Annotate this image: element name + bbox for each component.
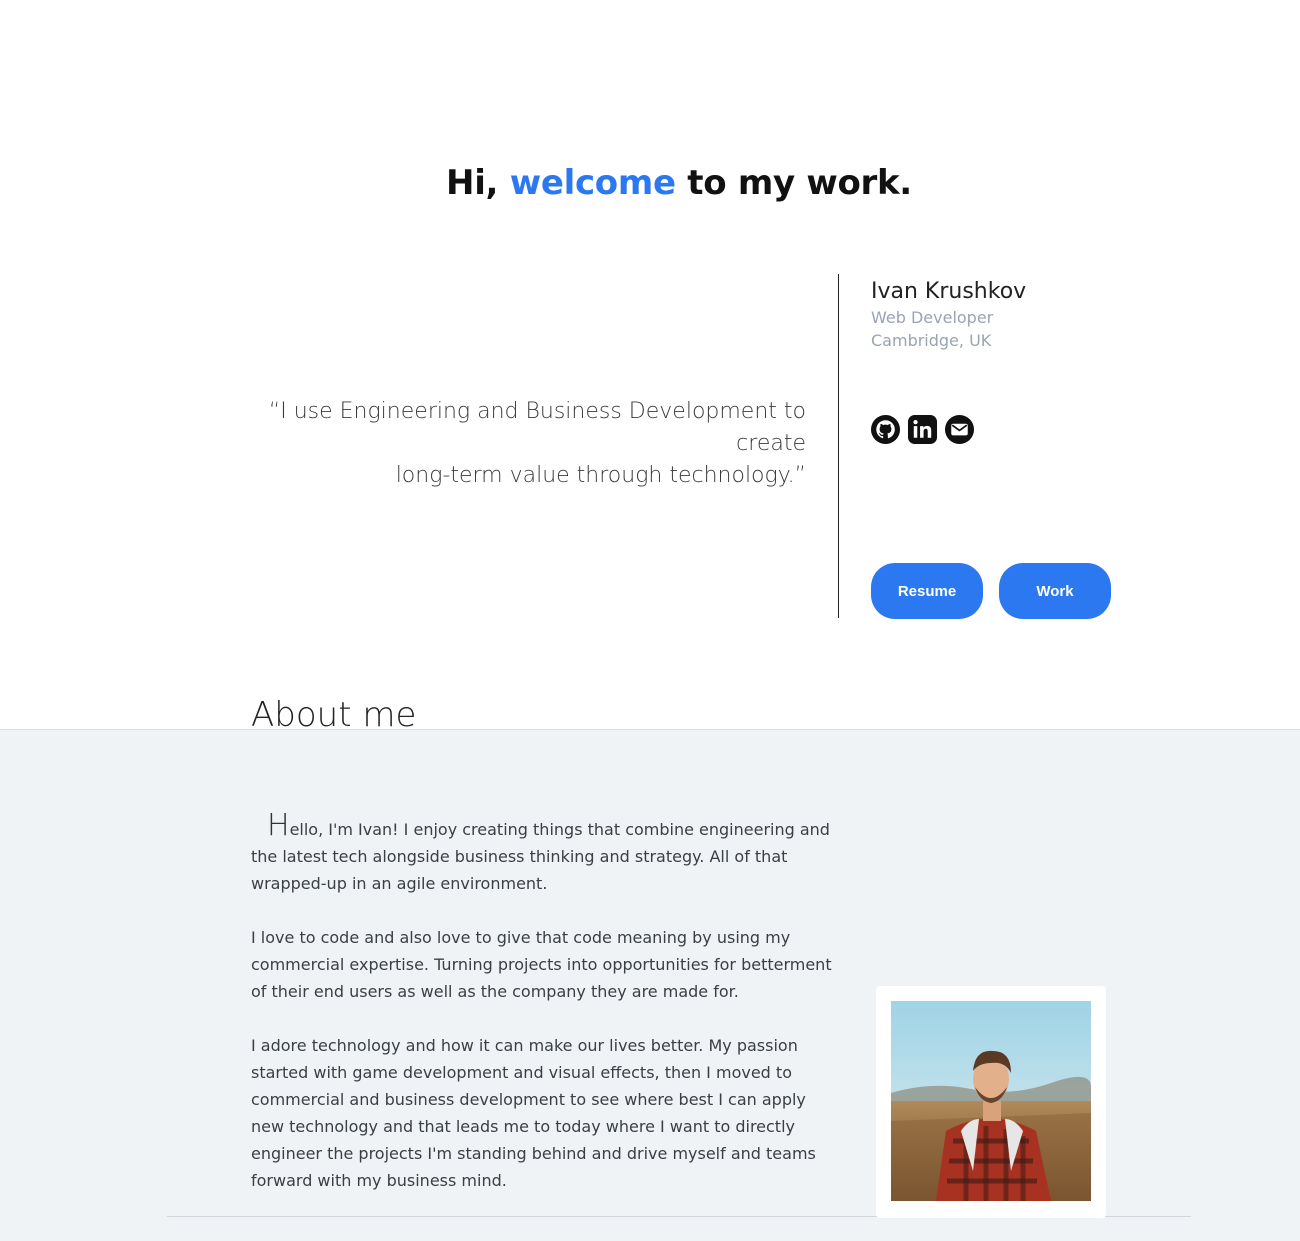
about-text: Hello, I'm Ivan! I enjoy creating things… [251,811,841,1221]
about-heading: About me [251,695,417,735]
hero-title-accent: welcome [509,163,676,203]
about-paragraph-3: I adore technology and how it can make o… [251,1036,816,1190]
email-link[interactable] [944,414,975,445]
resume-button[interactable]: Resume [871,563,983,619]
work-button[interactable]: Work [999,563,1111,619]
about-paragraph-2: I love to code and also love to give tha… [251,928,832,1001]
profile-photo [891,1001,1091,1201]
profile-location: Cambridge, UK [871,331,992,350]
page: Hi, welcome to my work. “I use Engineeri… [0,0,1300,1241]
mail-icon [944,414,975,445]
about-paragraph-1-text: ello, I'm Ivan! I enjoy creating things … [251,820,830,893]
profile-name: Ivan Krushkov [871,279,1027,304]
linkedin-icon [907,414,938,445]
about-paragraph-1: Hello, I'm Ivan! I enjoy creating things… [251,811,841,897]
github-link[interactable] [870,414,901,445]
github-icon [870,414,901,445]
hero-title-suffix: to my work. [675,163,912,203]
social-links [870,414,975,445]
profile-photo-card [876,986,1106,1218]
intro-quote: “I use Engineering and Business Developm… [220,396,806,492]
about-dropcap: H [267,808,290,843]
linkedin-link[interactable] [907,414,938,445]
hero-title: Hi, welcome to my work. [0,163,1300,203]
quote-line-2: long-term value through technology.” [395,463,806,488]
vertical-divider [838,274,839,618]
quote-line-1: “I use Engineering and Business Developm… [268,399,806,456]
hero-title-prefix: Hi, [446,163,510,203]
profile-role: Web Developer [871,308,994,327]
